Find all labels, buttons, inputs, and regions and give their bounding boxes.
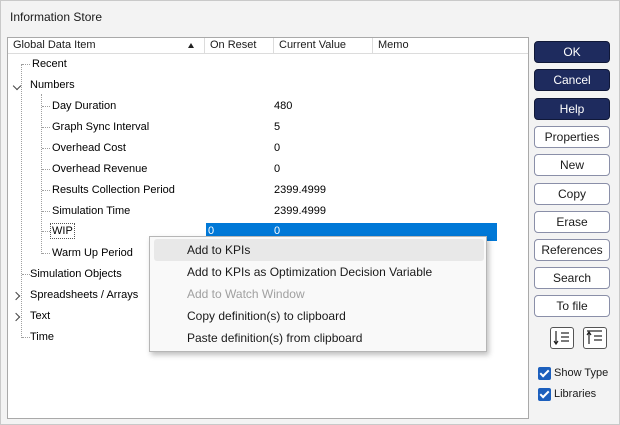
context-menu: Add to KPIs Add to KPIs as Optimization … bbox=[149, 236, 487, 352]
column-header: Global Data Item On Reset Current Value … bbox=[8, 38, 528, 54]
tree-item-label: Overhead Revenue bbox=[52, 163, 148, 175]
tree-item-label: Time bbox=[30, 331, 55, 343]
checkbox-label: Libraries bbox=[554, 388, 597, 400]
current-value: 0 bbox=[274, 142, 281, 154]
current-value: 2399.4999 bbox=[274, 205, 326, 217]
menu-item-copy-definitions[interactable]: Copy definition(s) to clipboard bbox=[154, 305, 484, 327]
sort-ascending-icon bbox=[188, 43, 194, 48]
current-value: 480 bbox=[274, 100, 293, 112]
column-label: Memo bbox=[378, 39, 409, 51]
to-file-button[interactable]: To file bbox=[534, 295, 610, 317]
tree-item-day-duration[interactable]: Day Duration 480 bbox=[8, 97, 528, 117]
ok-button[interactable]: OK bbox=[534, 41, 610, 63]
column-header-current-value[interactable]: Current Value bbox=[274, 38, 373, 54]
tree-guide bbox=[42, 231, 50, 232]
chevron-right-icon[interactable] bbox=[13, 313, 21, 321]
show-type-checkbox[interactable]: Show Type bbox=[538, 366, 618, 382]
menu-item-add-to-kpis-optimization[interactable]: Add to KPIs as Optimization Decision Var… bbox=[154, 261, 484, 283]
new-button[interactable]: New bbox=[534, 154, 610, 176]
tree-item-overhead-revenue[interactable]: Overhead Revenue 0 bbox=[8, 160, 528, 180]
data-tree-panel[interactable]: Global Data Item On Reset Current Value … bbox=[7, 37, 529, 419]
checkbox-label: Show Type bbox=[554, 367, 609, 379]
list-collapse-button[interactable] bbox=[550, 327, 574, 349]
references-button[interactable]: References bbox=[534, 239, 610, 261]
tree-guide bbox=[22, 337, 30, 338]
column-header-memo[interactable]: Memo bbox=[373, 38, 528, 54]
list-collapse-icon bbox=[553, 331, 569, 346]
copy-button[interactable]: Copy bbox=[534, 183, 610, 205]
tree-item-label: Numbers bbox=[30, 79, 75, 91]
menu-item-add-to-watch-window: Add to Watch Window bbox=[187, 287, 305, 301]
erase-button[interactable]: Erase bbox=[534, 211, 610, 233]
tree-guide bbox=[42, 106, 50, 107]
current-value: 2399.4999 bbox=[274, 184, 326, 196]
tree-item-label: Spreadsheets / Arrays bbox=[30, 289, 139, 301]
tree-item-label: Overhead Cost bbox=[52, 142, 126, 154]
column-header-global-data-item[interactable]: Global Data Item bbox=[8, 38, 205, 54]
tree-guide bbox=[42, 211, 50, 212]
information-store-window: Information Store Global Data Item On Re… bbox=[0, 0, 620, 425]
tree-item-label: Warm Up Period bbox=[52, 247, 133, 259]
tree-guide bbox=[22, 64, 30, 65]
menu-item-paste-definitions[interactable]: Paste definition(s) from clipboard bbox=[154, 327, 484, 349]
tree-item-label: Simulation Objects bbox=[30, 268, 122, 280]
window-title: Information Store bbox=[10, 10, 103, 24]
tree-guide bbox=[42, 127, 50, 128]
tree-item-label: WIP bbox=[50, 223, 75, 239]
list-expand-icon bbox=[586, 330, 602, 344]
column-label: Current Value bbox=[279, 39, 347, 51]
column-label: Global Data Item bbox=[13, 39, 96, 51]
tree-item-simulation-time[interactable]: Simulation Time 2399.4999 bbox=[8, 202, 528, 222]
tree-item-label: Simulation Time bbox=[52, 205, 131, 217]
current-value: 5 bbox=[274, 121, 281, 133]
tree-item-overhead-cost[interactable]: Overhead Cost 0 bbox=[8, 139, 528, 159]
column-header-on-reset[interactable]: On Reset bbox=[205, 38, 274, 54]
tree-item-graph-sync-interval[interactable]: Graph Sync Interval 5 bbox=[8, 118, 528, 138]
list-expand-button[interactable] bbox=[583, 327, 607, 349]
chevron-right-icon[interactable] bbox=[13, 292, 21, 300]
current-value: 0 bbox=[274, 163, 281, 175]
libraries-checkbox[interactable]: Libraries bbox=[538, 387, 618, 403]
tree-item-results-collection-period[interactable]: Results Collection Period 2399.4999 bbox=[8, 181, 528, 201]
tree-item-label: Day Duration bbox=[52, 100, 117, 112]
tree-guide bbox=[42, 169, 50, 170]
properties-button[interactable]: Properties bbox=[534, 126, 610, 148]
checkbox-checked-icon bbox=[538, 388, 551, 401]
column-label: On Reset bbox=[210, 39, 257, 51]
tree-guide bbox=[42, 148, 50, 149]
tree-item-numbers[interactable]: Numbers bbox=[8, 76, 528, 96]
help-button[interactable]: Help bbox=[534, 98, 610, 120]
tree-item-recent[interactable]: Recent bbox=[8, 55, 528, 75]
tree-guide bbox=[42, 253, 50, 254]
tree-item-label: Recent bbox=[32, 58, 67, 70]
title-bar: Information Store bbox=[1, 1, 619, 33]
tree-item-label: Results Collection Period bbox=[52, 184, 175, 196]
tree-guide bbox=[22, 274, 30, 275]
tree-guide bbox=[42, 190, 50, 191]
tree-item-label: Text bbox=[30, 310, 51, 322]
chevron-down-icon[interactable] bbox=[14, 82, 22, 90]
cancel-button[interactable]: Cancel bbox=[534, 69, 610, 91]
menu-item-add-to-kpis[interactable]: Add to KPIs bbox=[154, 239, 484, 261]
tree-item-label: Graph Sync Interval bbox=[52, 121, 150, 133]
search-button[interactable]: Search bbox=[534, 267, 610, 289]
checkbox-checked-icon bbox=[538, 367, 551, 380]
